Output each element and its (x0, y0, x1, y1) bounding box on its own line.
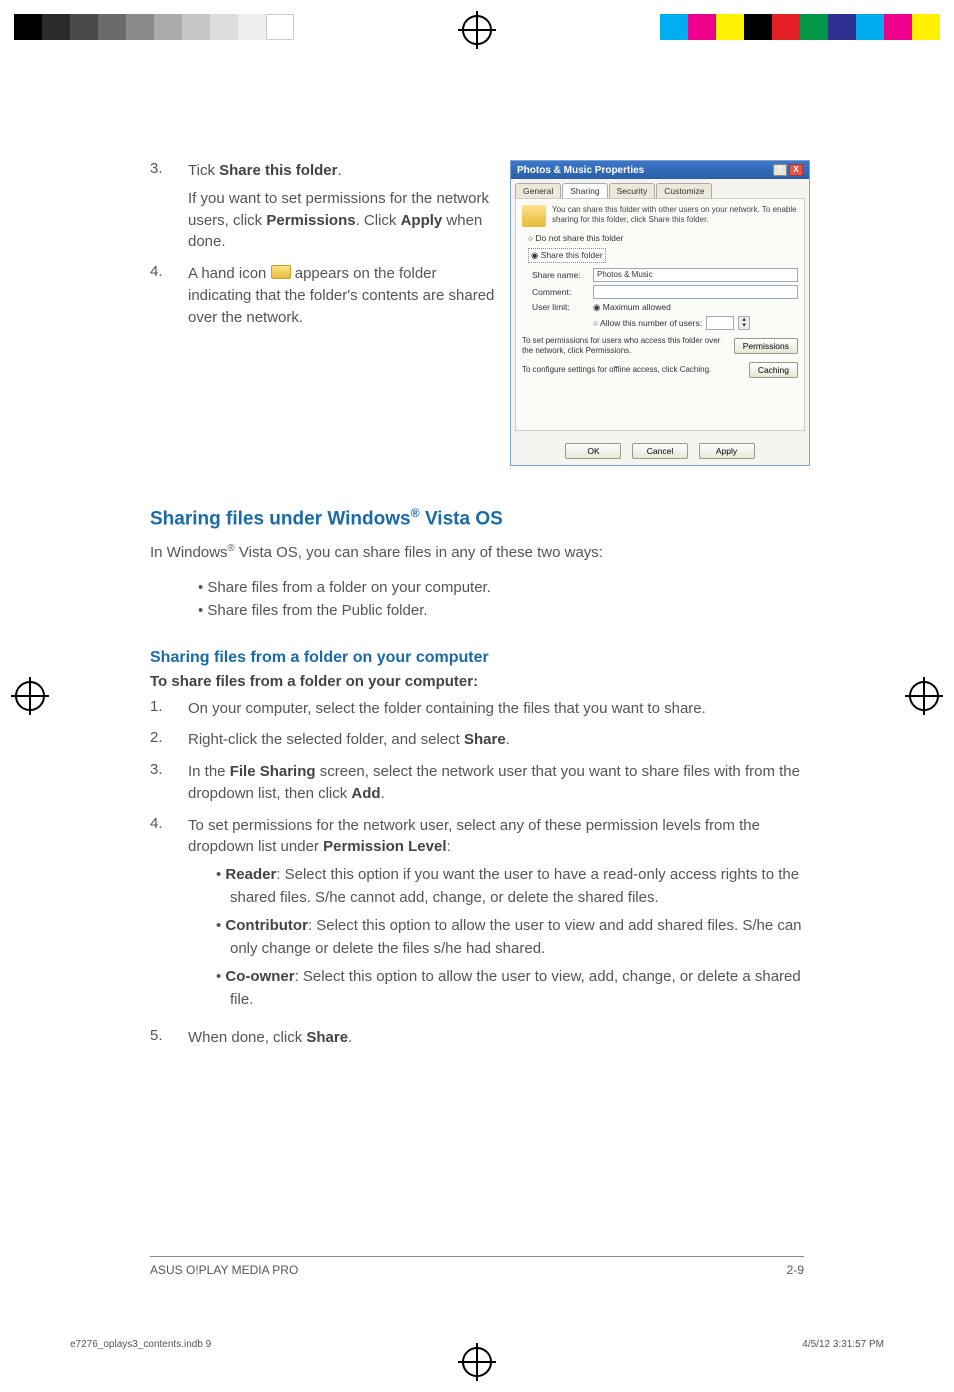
radio-maximum-allowed[interactable]: ◉ Maximum allowed (593, 302, 798, 313)
cancel-button[interactable]: Cancel (632, 443, 688, 459)
step-3: 3. Tick Share this folder. If you want t… (150, 160, 500, 253)
permissions-text: To set permissions for users who access … (522, 336, 728, 356)
step-4: 4. A hand icon appears on the folder ind… (150, 263, 500, 328)
user-count-spinner[interactable] (706, 316, 734, 330)
step-number: 4. (150, 263, 188, 328)
vista-intro: In Windows® Vista OS, you can share file… (150, 542, 810, 564)
meta-datetime: 4/5/12 3:31:57 PM (802, 1339, 884, 1350)
perm-coowner: Co-owner: Select this option to allow th… (216, 966, 810, 1011)
spinner-buttons[interactable]: ▴▾ (738, 316, 750, 330)
text: Tick (188, 162, 219, 179)
registration-mark-top (457, 10, 497, 50)
radio-allow-number[interactable]: ○ Allow this number of users: ▴▾ (593, 316, 798, 330)
share-name-label: Share name: (532, 270, 587, 280)
step-number: 3. (150, 761, 188, 805)
perm-contributor: Contributor: Select this option to allow… (216, 915, 810, 960)
radio-share-folder[interactable]: ◉ Share this folder (528, 248, 606, 263)
folder-step-4: 4. To set permissions for the network us… (150, 815, 810, 1018)
comment-input[interactable] (593, 285, 798, 299)
ok-button[interactable]: OK (565, 443, 621, 459)
text-bold: Apply (401, 212, 443, 229)
user-limit-label: User limit: (532, 302, 587, 312)
radio-do-not-share[interactable]: ○ Do not share this folder (528, 233, 798, 243)
folder-step-2: 2. Right-click the selected folder, and … (150, 729, 810, 751)
properties-dialog: Photos & Music Properties ? X General Sh… (510, 160, 810, 466)
page-content: 3. Tick Share this folder. If you want t… (150, 160, 810, 1059)
folder-step-3: 3. In the File Sharing screen, select th… (150, 761, 810, 805)
dialog-titlebar: Photos & Music Properties ? X (511, 161, 809, 179)
shared-folder-icon (271, 265, 291, 279)
caching-button[interactable]: Caching (749, 362, 798, 378)
close-button[interactable]: X (789, 164, 803, 176)
lead-text: To share files from a folder on your com… (150, 673, 810, 690)
dialog-tabs: General Sharing Security Customize (511, 179, 809, 198)
step-number: 3. (150, 160, 188, 253)
step-number: 1. (150, 698, 188, 720)
tab-customize[interactable]: Customize (656, 183, 712, 198)
meta-filename: e7276_oplays3_contents.indb 9 (70, 1339, 211, 1350)
dialog-info-text: You can share this folder with other use… (552, 205, 798, 227)
comment-label: Comment: (532, 287, 587, 297)
folder-step-5: 5. When done, click Share. (150, 1027, 810, 1049)
registration-mark-left (10, 676, 50, 716)
footer-page-number: 2-9 (787, 1263, 804, 1277)
footer-product: ASUS O!PLAY MEDIA PRO (150, 1263, 298, 1277)
subsection-heading: Sharing files from a folder on your comp… (150, 649, 810, 667)
step-number: 2. (150, 729, 188, 751)
step-number: 4. (150, 815, 188, 1018)
perm-reader: Reader: Select this option if you want t… (216, 864, 810, 909)
folder-icon (522, 205, 546, 227)
tab-general[interactable]: General (515, 183, 561, 198)
text: . (337, 162, 341, 179)
color-bar (660, 14, 940, 40)
dialog-title: Photos & Music Properties (517, 165, 644, 176)
text: . Click (356, 212, 401, 229)
step-number: 5. (150, 1027, 188, 1049)
tab-security[interactable]: Security (609, 183, 656, 198)
folder-step-1: 1. On your computer, select the folder c… (150, 698, 810, 720)
caching-text: To configure settings for offline access… (522, 365, 743, 375)
grayscale-bar (14, 14, 294, 40)
help-button[interactable]: ? (773, 164, 787, 176)
text-bold: Share this folder (219, 162, 337, 179)
text: A hand icon (188, 265, 271, 282)
print-metadata: e7276_oplays3_contents.indb 9 4/5/12 3:3… (70, 1339, 884, 1350)
apply-button[interactable]: Apply (699, 443, 755, 459)
section-heading-vista: Sharing files under Windows® Vista OS (150, 506, 810, 530)
bullet-share-public: Share files from the Public folder. (198, 599, 810, 622)
permissions-button[interactable]: Permissions (734, 338, 798, 354)
share-name-input[interactable]: Photos & Music (593, 268, 798, 282)
registration-mark-right (904, 676, 944, 716)
tab-sharing[interactable]: Sharing (562, 183, 607, 198)
bullet-share-folder: Share files from a folder on your comput… (198, 576, 810, 599)
page-footer: ASUS O!PLAY MEDIA PRO 2-9 (150, 1256, 804, 1277)
text: On your computer, select the folder cont… (188, 698, 810, 720)
text-bold: Permissions (266, 212, 355, 229)
